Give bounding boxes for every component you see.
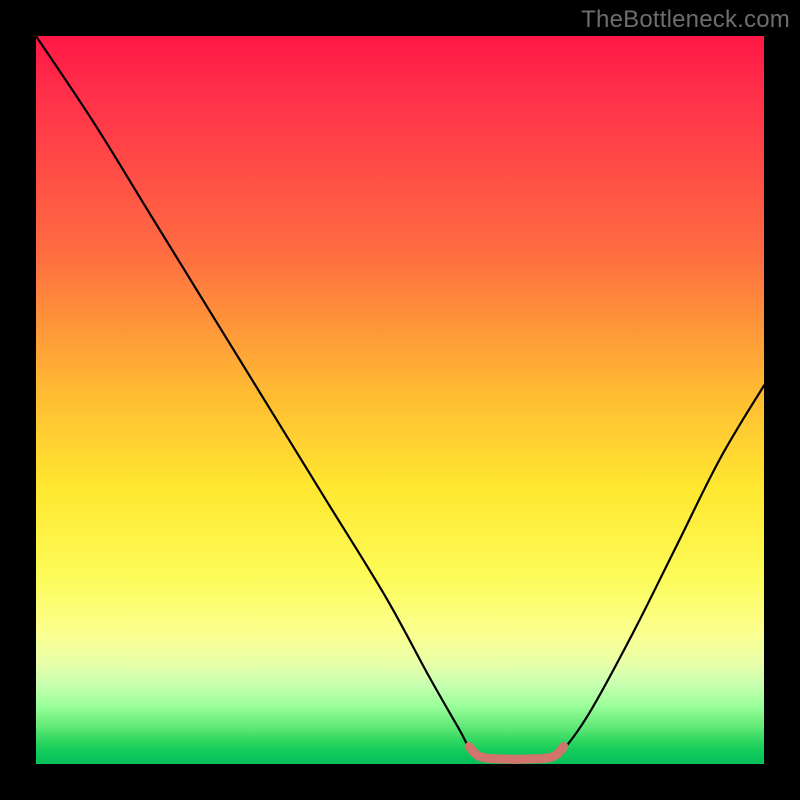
plot-area xyxy=(36,36,764,764)
watermark-text: TheBottleneck.com xyxy=(581,6,790,34)
chart-frame: TheBottleneck.com xyxy=(0,0,800,800)
chart-svg xyxy=(36,36,764,764)
flat-bottom-highlight xyxy=(469,747,564,760)
bottleneck-curve xyxy=(36,36,764,760)
